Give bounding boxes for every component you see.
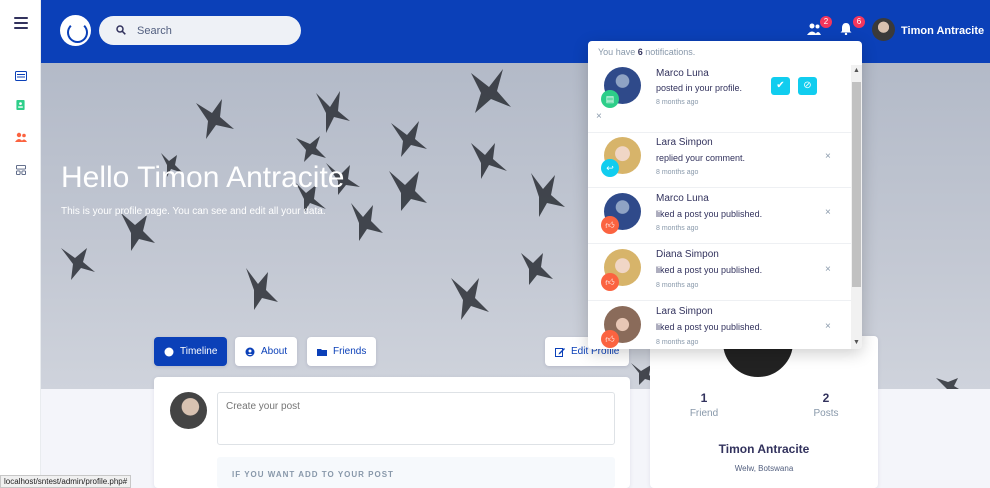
notification-item[interactable]: 👍︎ Diana Simpon liked a post you publish… xyxy=(588,244,851,301)
notifications-dropdown: You have 6 notifications. ▤ Marco Luna p… xyxy=(588,41,862,349)
close-icon[interactable]: × xyxy=(596,111,602,122)
hero-title: Hello Timon Antracite xyxy=(61,161,345,194)
post-add-label: IF YOU WANT ADD TO YOUR POST xyxy=(232,470,394,479)
create-post-card: IF YOU WANT ADD TO YOUR POST xyxy=(154,377,630,488)
posts-label: Posts xyxy=(813,408,839,419)
friend-requests-badge: 2 xyxy=(820,16,832,28)
notification-text: liked a post you published. xyxy=(656,322,763,332)
profile-location: Welw, Botswana xyxy=(734,464,794,473)
friend-requests-button[interactable]: 2 xyxy=(807,16,832,36)
accept-button[interactable]: ✔ xyxy=(771,77,790,95)
notification-time: 8 months ago xyxy=(656,225,699,232)
friends-count: 1 xyxy=(700,391,708,405)
notification-item[interactable]: ▤ Marco Luna posted in your profile. 8 m… xyxy=(588,64,851,133)
browser-status-url: localhost/sntest/admin/profile.php# xyxy=(0,475,132,488)
sidebar xyxy=(0,0,41,488)
friends-label: Friend xyxy=(689,408,719,419)
notifications-badge: 6 xyxy=(853,16,865,28)
thumbs-up-icon: 👍︎ xyxy=(601,216,619,234)
user-avatar[interactable] xyxy=(872,18,895,41)
thumbs-up-icon: 👍︎ xyxy=(601,273,619,291)
bell-icon xyxy=(840,23,852,36)
notification-item[interactable]: 👍︎ Lara Simpon liked a post you publishe… xyxy=(588,301,851,349)
user-circle-icon xyxy=(245,347,255,356)
reply-icon: ↩ xyxy=(601,159,619,177)
tab-friends[interactable]: Friends xyxy=(307,337,377,366)
profile-name: Timon Antracite xyxy=(718,442,810,456)
users-icon[interactable] xyxy=(15,132,27,142)
tab-friends-label: Friends xyxy=(333,346,367,357)
close-icon[interactable]: × xyxy=(825,151,831,162)
notification-text: replied your comment. xyxy=(656,153,746,163)
scroll-down-icon[interactable]: ▼ xyxy=(853,339,860,346)
brand-logo[interactable] xyxy=(60,15,91,46)
tab-timeline-label: Timeline xyxy=(180,346,218,357)
create-post-input[interactable] xyxy=(217,392,615,445)
notifications-button[interactable]: 6 xyxy=(840,16,865,36)
notification-text: liked a post you published. xyxy=(656,209,763,219)
notification-time: 8 months ago xyxy=(656,99,699,106)
notification-time: 8 months ago xyxy=(656,169,699,176)
notification-item[interactable]: ↩ Lara Simpon replied your comment. 8 mo… xyxy=(588,133,851,188)
notification-time: 8 months ago xyxy=(656,282,699,289)
tab-timeline[interactable]: Timeline xyxy=(154,337,228,366)
notification-name: Diana Simpon xyxy=(656,249,719,260)
notification-name: Lara Simpon xyxy=(656,137,713,148)
clock-icon xyxy=(164,347,174,356)
notification-name: Marco Luna xyxy=(656,68,709,79)
components-icon[interactable] xyxy=(15,165,27,175)
folder-icon xyxy=(317,348,327,356)
posts-count: 2 xyxy=(822,391,830,405)
notifications-header-suffix: notifications. xyxy=(642,47,696,57)
close-icon[interactable]: × xyxy=(825,321,831,332)
menu-icon[interactable] xyxy=(14,17,28,29)
contact-book-icon[interactable] xyxy=(16,100,25,110)
thumbs-up-icon: 👍︎ xyxy=(601,330,619,348)
user-name[interactable]: Timon Antracite xyxy=(901,25,984,37)
notification-name: Marco Luna xyxy=(656,193,709,204)
search-icon xyxy=(116,25,126,35)
notifications-header: You have 6 notifications. xyxy=(598,47,695,57)
document-icon: ▤ xyxy=(601,90,619,108)
users-icon xyxy=(807,23,821,35)
close-icon[interactable]: × xyxy=(825,264,831,275)
tab-about[interactable]: About xyxy=(235,337,298,366)
scroll-up-icon[interactable]: ▲ xyxy=(853,67,860,74)
notifications-header-prefix: You have xyxy=(598,47,638,57)
search-box[interactable] xyxy=(99,16,301,45)
search-input[interactable] xyxy=(137,22,287,39)
post-author-avatar xyxy=(170,392,207,429)
id-card-icon[interactable] xyxy=(15,71,27,81)
scrollbar-thumb[interactable] xyxy=(852,82,861,287)
tab-about-label: About xyxy=(261,346,288,357)
notification-text: liked a post you published. xyxy=(656,265,763,275)
close-icon[interactable]: × xyxy=(825,207,831,218)
hero-subtitle: This is your profile page. You can see a… xyxy=(61,206,326,217)
notification-item[interactable]: 👍︎ Marco Luna liked a post you published… xyxy=(588,188,851,244)
post-attachments-bar: IF YOU WANT ADD TO YOUR POST xyxy=(217,457,615,488)
notification-name: Lara Simpon xyxy=(656,306,713,317)
notifications-scrollbar[interactable]: ▲ ▼ xyxy=(851,65,862,349)
decline-button[interactable]: ⊘ xyxy=(798,77,817,95)
notification-time: 8 months ago xyxy=(656,339,699,346)
edit-icon xyxy=(555,347,565,357)
notification-text: posted in your profile. xyxy=(656,83,743,93)
